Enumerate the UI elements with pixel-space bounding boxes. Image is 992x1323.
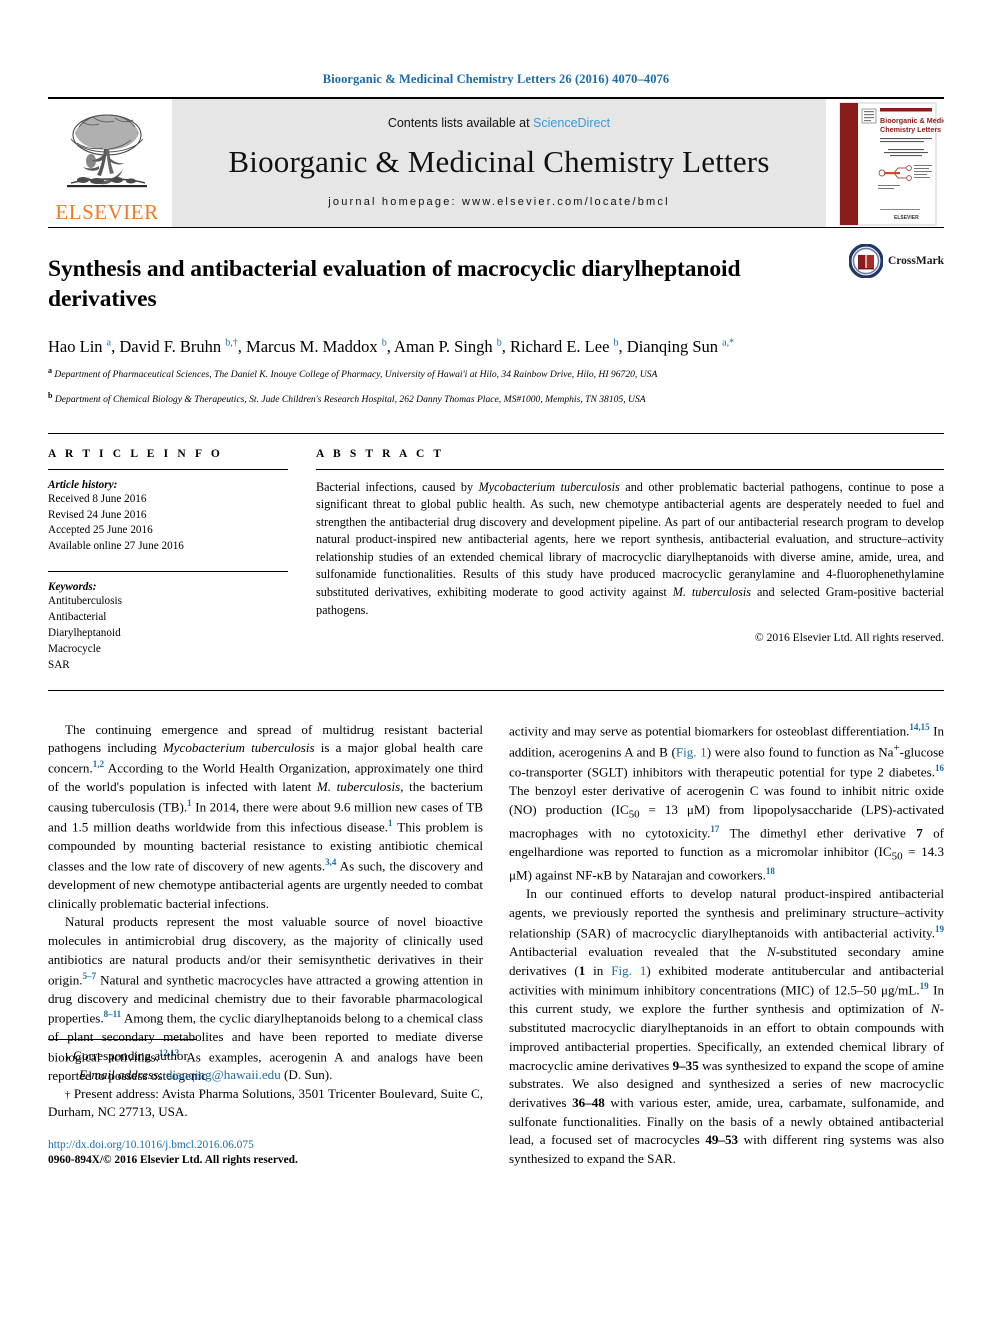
journal-cover-thumbnail: Bioorganic & Medicinal Chemistry Letters — [832, 99, 944, 227]
body-columns: The continuing emergence and spread of m… — [48, 721, 944, 1169]
article-history-received: Received 8 June 2016 — [48, 492, 147, 505]
abstract-column: A B S T R A C T Bacterial infections, ca… — [306, 448, 944, 674]
affiliation-a-text: Department of Pharmaceutical Sciences, T… — [54, 369, 658, 381]
issn-copyright: 0960-894X/© 2016 Elsevier Ltd. All right… — [48, 1154, 298, 1167]
keyword-item: Macrocycle — [48, 642, 101, 655]
keyword-item: Diarylheptanoid — [48, 627, 121, 640]
keyword-item: Antituberculosis — [48, 595, 122, 608]
footnote-present-address: † Present address: Avista Pharma Solutio… — [48, 1085, 483, 1120]
masthead-center: Contents lists available at ScienceDirec… — [172, 99, 826, 227]
footnote-rule — [48, 1039, 196, 1041]
affiliation-b-text: Department of Chemical Biology & Therape… — [54, 393, 646, 405]
keywords-block: Keywords: Antituberculosis Antibacterial… — [48, 571, 288, 674]
elsevier-tree-icon — [67, 114, 147, 188]
article-history-revised: Revised 24 June 2016 — [48, 508, 147, 521]
author-list: Hao Lin a, David F. Bruhn b,†, Marcus M.… — [48, 337, 735, 357]
journal-masthead: ELSEVIER Contents lists available at Sci… — [48, 97, 944, 227]
article-history-online: Available online 27 June 2016 — [48, 540, 184, 553]
doi-block: http://dx.doi.org/10.1016/j.bmcl.2016.06… — [48, 1138, 483, 1169]
abstract-heading: A B S T R A C T — [316, 447, 445, 460]
affiliation-a: a Department of Pharmaceutical Sciences,… — [48, 366, 658, 381]
footnote-email[interactable]: E-mail address: dianqing@hawaii.edu (D. … — [48, 1066, 483, 1085]
keyword-item: SAR — [48, 658, 70, 671]
keyword-item: Antibacterial — [48, 611, 107, 624]
journal-homepage-line[interactable]: journal homepage: www.elsevier.com/locat… — [328, 196, 669, 208]
page-title: Synthesis and antibacterial evaluation o… — [48, 256, 741, 313]
svg-text:ELSEVIER: ELSEVIER — [894, 215, 919, 221]
article-history-label: Article history: — [48, 478, 118, 491]
info-abstract-band: A R T I C L E I N F O Article history: R… — [48, 432, 944, 691]
body-column-right: activity and may serve as potential biom… — [509, 721, 944, 1169]
crossmark-icon — [848, 244, 883, 278]
body-paragraph: The continuing emergence and spread of m… — [48, 721, 483, 911]
footnote-corresponding-author: ⁎ Corresponding author. — [65, 1048, 191, 1064]
article-history-accepted: Accepted 25 June 2016 — [48, 524, 153, 537]
crossmark-label: CrossMark — [887, 255, 944, 267]
article-page: Bioorganic & Medicinal Chemistry Letters… — [0, 0, 992, 1323]
contents-available-line: Contents lists available at ScienceDirec… — [388, 116, 610, 130]
article-info-column: A R T I C L E I N F O Article history: R… — [48, 448, 306, 674]
body-paragraph: In our continued efforts to develop natu… — [509, 886, 945, 1167]
body-column-left: The continuing emergence and spread of m… — [48, 721, 483, 1169]
contents-prefix: Contents lists available at — [387, 116, 534, 130]
abstract-body: Bacterial infections, caused by Mycobact… — [316, 479, 945, 617]
abstract-rule — [316, 468, 944, 470]
doi-link[interactable]: http://dx.doi.org/10.1016/j.bmcl.2016.06… — [48, 1138, 483, 1153]
keywords-label: Keywords: — [48, 581, 97, 594]
body-paragraph: activity and may serve as potential biom… — [509, 721, 944, 883]
crossmark-badge[interactable]: CrossMark — [848, 244, 944, 278]
article-info-rule — [48, 468, 288, 470]
abstract-copyright: © 2016 Elsevier Ltd. All rights reserved… — [754, 631, 944, 645]
svg-text:Chemistry Letters: Chemistry Letters — [880, 125, 941, 134]
footnotes-block: ⁎ Corresponding author. E-mail address: … — [48, 1039, 483, 1169]
running-head: Bioorganic & Medicinal Chemistry Letters… — [322, 72, 670, 86]
affiliation-b: b Department of Chemical Biology & Thera… — [48, 390, 646, 405]
elsevier-wordmark: ELSEVIER — [55, 200, 159, 224]
title-block: CrossMark Synthesis and antibacterial ev… — [48, 228, 944, 407]
journal-title: Bioorganic & Medicinal Chemistry Letters — [228, 144, 770, 179]
keywords-rule — [48, 571, 288, 573]
article-info-heading: A R T I C L E I N F O — [48, 447, 223, 460]
svg-text:Bioorganic & Medicinal: Bioorganic & Medicinal — [880, 116, 944, 125]
sciencedirect-link[interactable]: ScienceDirect — [533, 116, 610, 130]
cover-image: Bioorganic & Medicinal Chemistry Letters — [839, 102, 944, 226]
elsevier-logo: ELSEVIER — [48, 99, 166, 227]
